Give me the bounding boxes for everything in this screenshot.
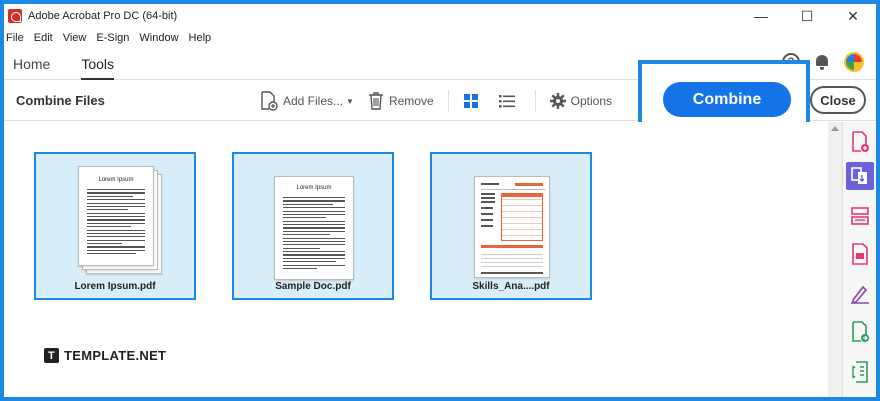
- organize-pages-icon: [851, 207, 869, 225]
- rail-compress[interactable]: [846, 358, 874, 386]
- file-card[interactable]: Skills_Ana....pdf: [430, 152, 592, 300]
- grid-view-icon: [463, 94, 478, 108]
- rail-organize-pages[interactable]: [846, 202, 874, 230]
- remove-button[interactable]: Remove: [368, 92, 434, 110]
- menu-view[interactable]: View: [63, 32, 87, 44]
- add-files-label: Add Files...: [283, 94, 344, 108]
- create-pdf-icon: [852, 131, 869, 152]
- file-grid: Lorem Ipsum Lorem Ipsum.pdf Lorem Ipsum …: [4, 122, 828, 397]
- file-card[interactable]: Lorem Ipsum Sample Doc.pdf: [232, 152, 394, 300]
- export-pdf-icon: [852, 243, 868, 265]
- file-name: Lorem Ipsum.pdf: [74, 281, 156, 292]
- edit-pdf-icon: [852, 321, 869, 342]
- close-window-button[interactable]: ✕: [830, 4, 876, 28]
- combine-files-icon: [851, 167, 867, 184]
- file-name: Sample Doc.pdf: [275, 281, 351, 292]
- close-button[interactable]: Close: [810, 86, 866, 114]
- combine-button[interactable]: Combine: [663, 82, 791, 117]
- rail-export-pdf[interactable]: [846, 240, 874, 268]
- file-name: Skills_Ana....pdf: [472, 281, 550, 292]
- rail-create-pdf[interactable]: [846, 128, 874, 156]
- pdf-thumbnail: Lorem Ipsum: [78, 166, 154, 266]
- options-button[interactable]: Options: [549, 93, 612, 109]
- fill-sign-icon: [851, 285, 869, 304]
- menu-help[interactable]: Help: [189, 32, 212, 44]
- list-view-button[interactable]: [498, 93, 521, 109]
- toolbar-divider: [534, 90, 536, 112]
- maximize-button[interactable]: ☐: [784, 4, 830, 28]
- rail-edit-pdf[interactable]: [846, 318, 874, 346]
- acrobat-app-icon: [8, 9, 22, 23]
- title-bar: Adobe Acrobat Pro DC (64-bit) — ☐ ✕: [4, 4, 876, 28]
- tools-rail: [842, 122, 876, 397]
- tab-home[interactable]: Home: [13, 48, 50, 80]
- grid-view-button[interactable]: [463, 93, 484, 109]
- bell-icon[interactable]: [814, 54, 830, 70]
- file-card[interactable]: Lorem Ipsum Lorem Ipsum.pdf: [34, 152, 196, 300]
- template-logo: T TEMPLATE.NET: [44, 348, 166, 363]
- gear-icon: [549, 93, 566, 109]
- options-label: Options: [570, 94, 612, 108]
- rail-combine-files[interactable]: [846, 162, 874, 190]
- list-view-icon: [498, 95, 515, 108]
- menu-window[interactable]: Window: [139, 32, 178, 44]
- template-logo-text: TEMPLATE.NET: [64, 348, 167, 363]
- window-title: Adobe Acrobat Pro DC (64-bit): [28, 10, 178, 22]
- scroll-up-arrow-icon[interactable]: [831, 126, 839, 131]
- page-title: Combine Files: [16, 93, 105, 108]
- pdf-thumbnail: Lorem Ipsum: [274, 176, 354, 280]
- add-files-button[interactable]: Add Files... ▼: [260, 91, 354, 111]
- thumbnail-title: Lorem Ipsum: [98, 177, 134, 183]
- menu-edit[interactable]: Edit: [34, 32, 53, 44]
- vertical-scrollbar[interactable]: [828, 122, 842, 397]
- avatar[interactable]: [844, 52, 864, 72]
- trash-icon: [368, 92, 383, 110]
- menu-esign[interactable]: E-Sign: [96, 32, 129, 44]
- pdf-thumbnail: [474, 176, 550, 278]
- remove-label: Remove: [388, 94, 434, 108]
- acrobat-window: Adobe Acrobat Pro DC (64-bit) — ☐ ✕ File…: [4, 4, 876, 397]
- menu-file[interactable]: File: [6, 32, 24, 44]
- tab-tools[interactable]: Tools: [81, 50, 115, 80]
- add-file-icon: [261, 91, 278, 111]
- toolbar-divider: [447, 90, 449, 112]
- rail-fill-sign[interactable]: [846, 280, 874, 308]
- menu-bar: File Edit View E-Sign Window Help: [4, 29, 219, 47]
- thumbnail-title: Lorem Ipsum: [296, 185, 332, 191]
- template-logo-mark: T: [44, 348, 59, 363]
- chevron-down-icon: ▼: [346, 96, 354, 106]
- minimize-button[interactable]: —: [738, 4, 784, 28]
- compress-icon: [852, 361, 868, 383]
